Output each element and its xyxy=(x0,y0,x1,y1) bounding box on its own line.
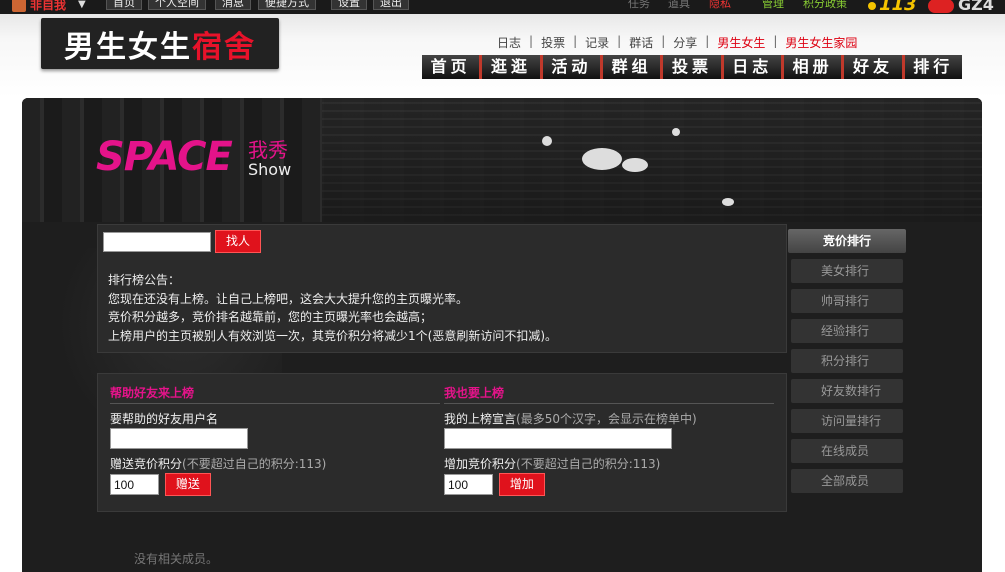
nav-home[interactable]: 首页 xyxy=(422,55,480,79)
sublink-group-talk[interactable]: 群话 xyxy=(629,34,653,51)
sublink-record[interactable]: 记录 xyxy=(585,34,609,51)
add-points-label: 增加竞价积分(不要超过自己的积分:113) xyxy=(444,455,774,471)
add-points-label-text: 增加竞价积分 xyxy=(444,457,517,471)
toolbar-home-button[interactable]: 首页 xyxy=(106,0,142,10)
cloud-icon xyxy=(928,0,954,13)
nav-groups[interactable]: 群组 xyxy=(599,55,661,79)
nav-album[interactable]: 相册 xyxy=(780,55,842,79)
paint-splash xyxy=(542,136,552,146)
city-illustration xyxy=(322,98,982,222)
paint-splash xyxy=(582,148,622,170)
announcement-panel: 找人 排行榜公告： 您现在还没有上榜。让自己上榜吧，这会大大提升您的主页曝光率。… xyxy=(97,224,787,353)
ranking-menu: 竞价排行 美女排行 帅哥排行 经验排行 积分排行 好友数排行 访问量排行 在线成… xyxy=(788,229,906,499)
declaration-note: (最多50个汉字，会显示在榜单中) xyxy=(516,412,697,426)
rank-experience[interactable]: 经验排行 xyxy=(791,319,903,343)
paint-splash xyxy=(672,128,680,136)
self-rank-form: 我也要上榜 我的上榜宣言(最多50个汉字，会显示在榜单中) 增加竞价积分(不要超… xyxy=(444,382,774,496)
main-content: SPACE 我秀 Show 找人 排行榜公告： 您现在还没有上榜。让自己上榜吧，… xyxy=(22,98,982,572)
space-logo-show: Show xyxy=(248,160,292,179)
logo-white-text: 男生女生 xyxy=(64,29,192,65)
nav-blog[interactable]: 日志 xyxy=(720,55,781,79)
nav-ranking[interactable]: 排行 xyxy=(901,55,962,79)
toolbar-space-button[interactable]: 个人空间 xyxy=(148,0,206,10)
friend-username-label: 要帮助的好友用户名 xyxy=(110,412,219,426)
gift-points-label: 赠送竞价积分(不要超过自己的积分:113) xyxy=(110,455,440,471)
main-nav: 首页 逛逛 活动 群组 投票 日志 相册 好友 排行 xyxy=(422,55,962,79)
announcement-text: 排行榜公告： 您现在还没有上榜。让自己上榜吧，这会大大提升您的主页曝光率。 竞价… xyxy=(108,271,557,345)
toolbar-shortcuts-button[interactable]: 便捷方式 xyxy=(258,0,316,10)
toolbar-settings-button[interactable]: 设置 xyxy=(331,0,367,10)
help-friend-form: 帮助好友来上榜 要帮助的好友用户名 赠送竞价积分(不要超过自己的积分:113) … xyxy=(110,382,440,496)
gift-points-input[interactable] xyxy=(110,474,159,495)
nav-events[interactable]: 活动 xyxy=(539,55,600,79)
logo-red-text: 宿舍 xyxy=(192,29,256,65)
toolbar-messages-button[interactable]: 消息 xyxy=(215,0,251,10)
top-toolbar: 非自我 ▼ 首页 个人空间 消息 便捷方式 设置 退出 任务 道具 隐私 管理 … xyxy=(0,0,1005,14)
avatar xyxy=(12,0,26,12)
rank-friend-count[interactable]: 好友数排行 xyxy=(791,379,903,403)
sublink-share[interactable]: 分享 xyxy=(673,34,697,51)
rank-handsome[interactable]: 帅哥排行 xyxy=(791,289,903,313)
gift-button[interactable]: 赠送 xyxy=(164,473,211,496)
add-button[interactable]: 增加 xyxy=(498,473,545,496)
rank-beauty[interactable]: 美女排行 xyxy=(791,259,903,283)
friend-username-input[interactable] xyxy=(110,428,248,449)
add-points-input[interactable] xyxy=(444,474,493,495)
sublink-vote[interactable]: 投票 xyxy=(541,34,565,51)
tasks-link[interactable]: 任务 xyxy=(628,0,650,11)
declaration-label-text: 我的上榜宣言 xyxy=(444,412,517,426)
nav-browse[interactable]: 逛逛 xyxy=(479,55,540,79)
declaration-label: 我的上榜宣言(最多50个汉字，会显示在榜单中) xyxy=(444,410,774,426)
privacy-link[interactable]: 隐私 xyxy=(709,0,731,11)
no-members-text: 没有相关成员。 xyxy=(134,552,219,566)
find-people-button[interactable]: 找人 xyxy=(215,230,261,253)
gift-points-label-text: 赠送竞价积分 xyxy=(110,457,183,471)
gift-points-note: (不要超过自己的积分:113) xyxy=(182,457,327,471)
rank-online-members[interactable]: 在线成员 xyxy=(791,439,903,463)
announcement-line: 竞价积分越多，竞价排名越靠前，您的主页曝光率也会越高； xyxy=(108,310,433,324)
sublink-boys-girls[interactable]: 男生女生 xyxy=(717,34,765,51)
rank-visits[interactable]: 访问量排行 xyxy=(791,409,903,433)
space-banner: SPACE 我秀 Show xyxy=(22,98,982,222)
site-logo[interactable]: 男生女生 宿舍 xyxy=(41,18,279,69)
points-policy-link[interactable]: 积分政策 xyxy=(803,0,847,11)
add-points-note: (不要超过自己的积分:113) xyxy=(516,457,661,471)
space-logo: SPACE xyxy=(96,134,233,180)
coin-icon xyxy=(868,2,876,10)
search-input[interactable] xyxy=(103,232,211,252)
user-name: 非自我 xyxy=(30,0,67,12)
site-badge[interactable]: GZ4 xyxy=(928,0,994,14)
coin-balance: 113 xyxy=(868,0,917,14)
secondary-nav: 日志 | 投票 | 记录 | 群话 | 分享 | 男生女生 | 男生女生家园 xyxy=(497,34,858,51)
sublink-blog[interactable]: 日志 xyxy=(497,34,521,51)
props-link[interactable]: 道具 xyxy=(668,0,690,11)
announcement-title: 排行榜公告： xyxy=(108,273,181,287)
admin-link[interactable]: 管理 xyxy=(762,0,784,11)
coin-count: 113 xyxy=(879,0,917,14)
space-logo-cn: 我秀 xyxy=(248,138,288,162)
help-friend-title: 帮助好友来上榜 xyxy=(110,382,440,404)
rank-points[interactable]: 积分排行 xyxy=(791,349,903,373)
rank-all-members[interactable]: 全部成员 xyxy=(791,469,903,493)
sublink-home[interactable]: 男生女生家园 xyxy=(785,34,857,51)
declaration-input[interactable] xyxy=(444,428,672,449)
user-menu[interactable]: 非自我 ▼ xyxy=(12,0,86,13)
announcement-line: 您现在还没有上榜。让自己上榜吧，这会大大提升您的主页曝光率。 xyxy=(108,291,469,306)
site-name: GZ4 xyxy=(958,0,994,14)
nav-votes[interactable]: 投票 xyxy=(660,55,721,79)
site-header: 男生女生 宿舍 日志 | 投票 | 记录 | 群话 | 分享 | 男生女生 | 男生女生家园 … xyxy=(0,14,1005,98)
nav-friends[interactable]: 好友 xyxy=(841,55,902,79)
chevron-down-icon[interactable]: ▼ xyxy=(78,0,86,10)
rank-bid[interactable]: 竞价排行 xyxy=(788,229,906,253)
self-rank-title: 我也要上榜 xyxy=(444,382,774,404)
paint-splash xyxy=(722,198,734,206)
announcement-line: 上榜用户的主页被别人有效浏览一次，其竞价积分将减少1个(恶意刷新访问不扣减)。 xyxy=(108,328,558,343)
paint-splash xyxy=(622,158,648,172)
bid-forms-panel: 帮助好友来上榜 要帮助的好友用户名 赠送竞价积分(不要超过自己的积分:113) … xyxy=(97,373,787,512)
toolbar-logout-button[interactable]: 退出 xyxy=(373,0,409,10)
